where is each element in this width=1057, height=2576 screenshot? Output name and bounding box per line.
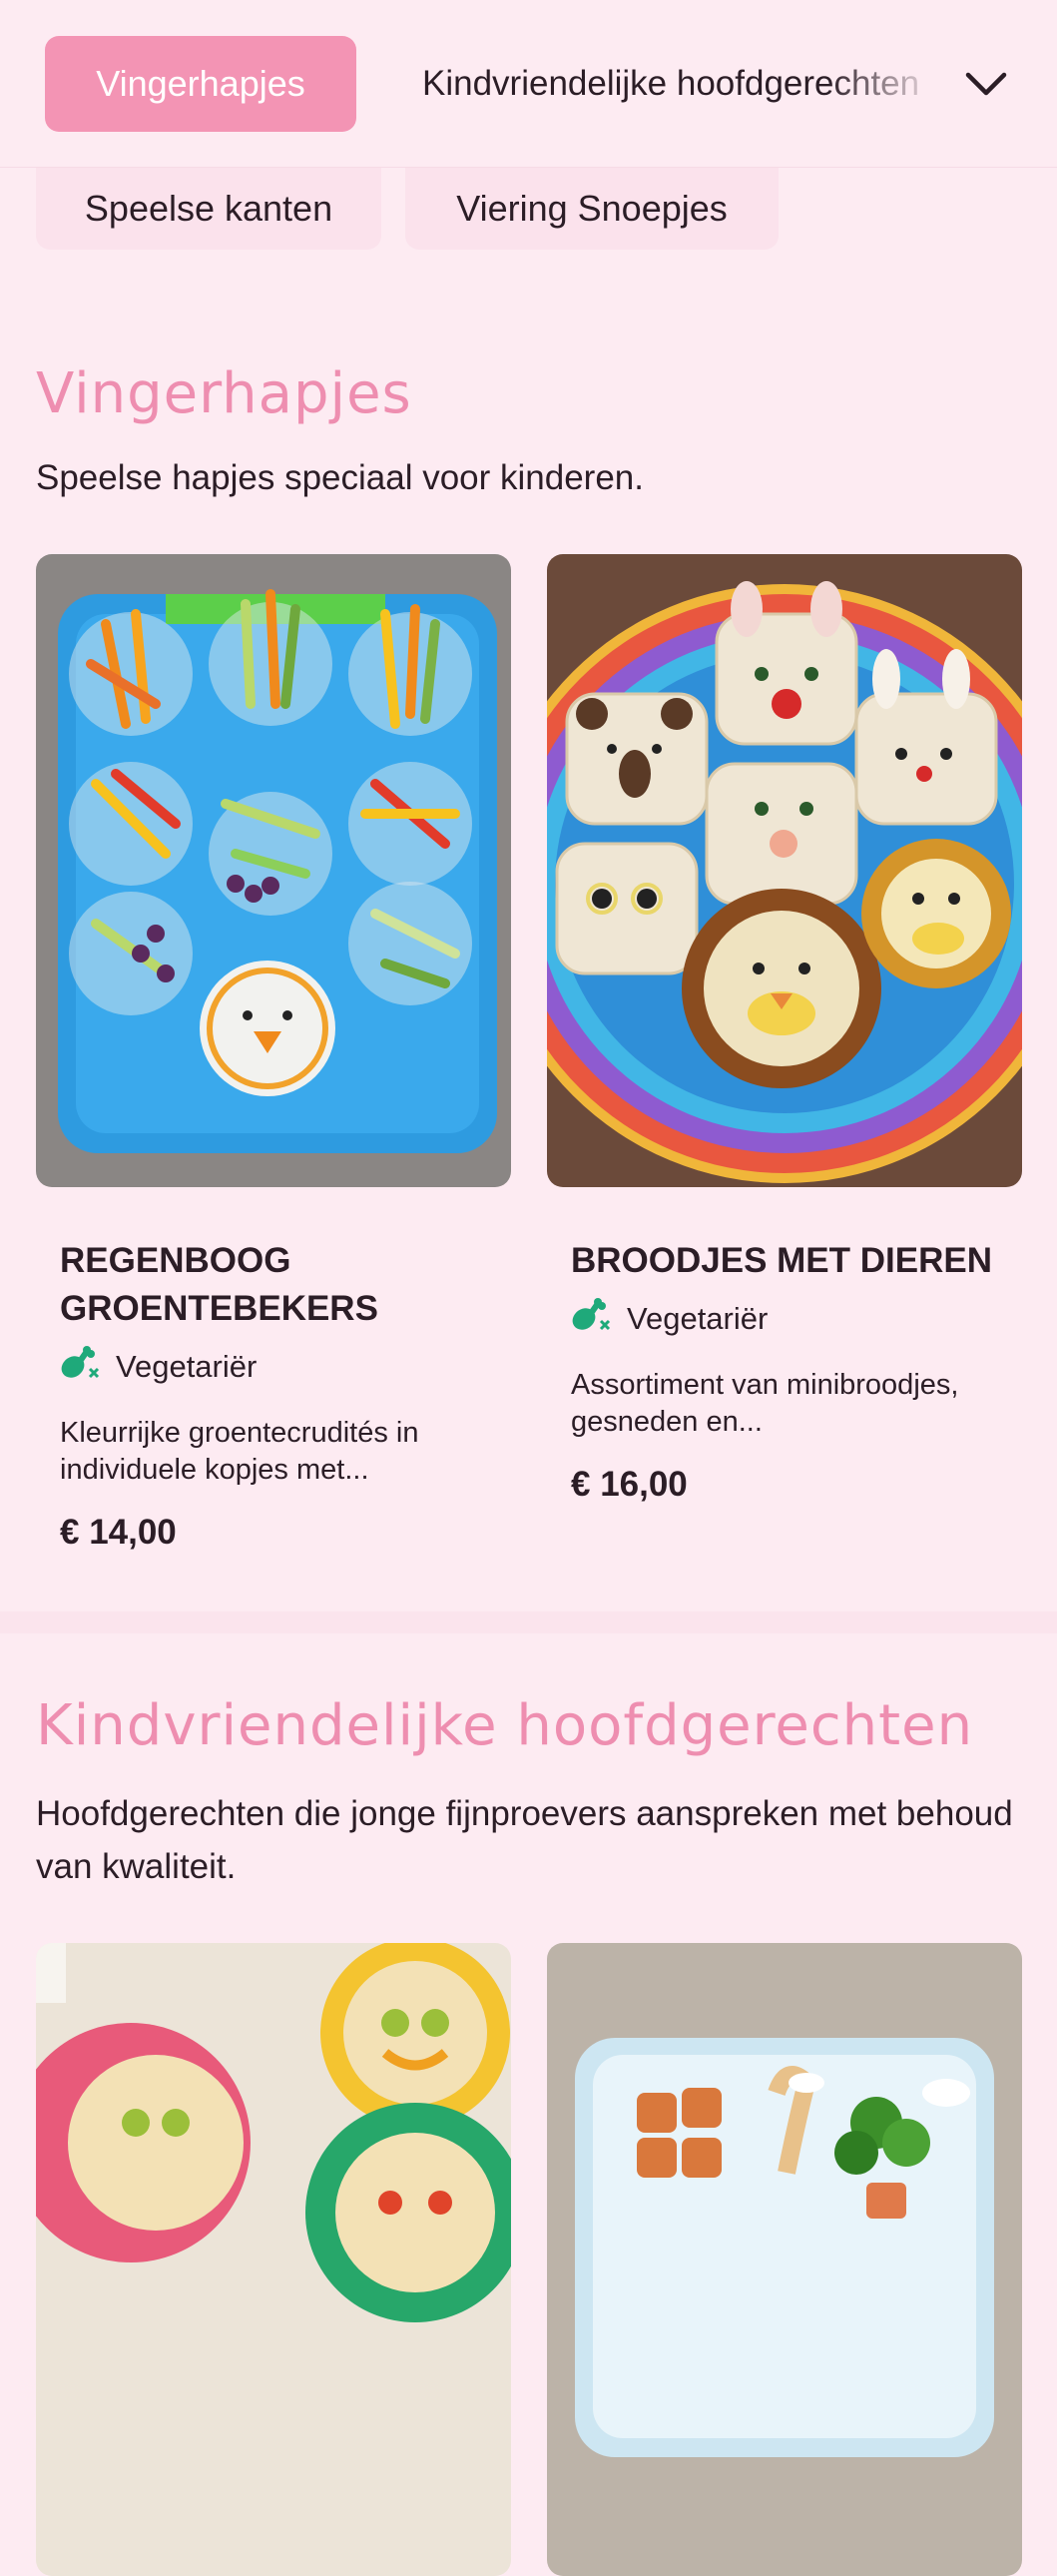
drumstick-crossed-icon <box>571 1297 613 1342</box>
menu-item-card[interactable] <box>547 1943 1022 2576</box>
item-price: € 14,00 <box>60 1513 177 1552</box>
category-tab-vingerhapjes[interactable]: Vingerhapjes <box>45 36 356 132</box>
section-description: Hoofdgerechten die jonge fijnproevers aa… <box>36 1794 1013 1886</box>
section-title: Vingerhapjes <box>36 361 412 426</box>
item-description: Assortiment van minibroodjes, gesneden e… <box>571 1369 959 1438</box>
section-divider <box>0 1611 1057 1633</box>
section-description: Speelse hapjes speciaal voor kinderen. <box>36 458 644 497</box>
category-nav-expanded: Speelse kanten Viering Snoepjes <box>36 168 779 250</box>
item-description: Kleurrijke groentecrudités in individuel… <box>60 1417 419 1486</box>
item-image-animal-sandwiches <box>547 554 1022 1187</box>
menu-item-card[interactable] <box>36 1943 511 2576</box>
item-image-lunchbox <box>547 1943 1022 2576</box>
chevron-down-icon[interactable] <box>956 60 1016 108</box>
diet-tag: Vegetariër <box>60 1343 487 1391</box>
category-tab-speelse-kanten[interactable]: Speelse kanten <box>36 168 381 250</box>
drumstick-crossed-icon <box>60 1345 102 1390</box>
section-title: Kindvriendelijke hoofdgerechten <box>36 1693 974 1758</box>
item-price: € 16,00 <box>571 1465 688 1504</box>
item-name: BROODJES MET DIEREN <box>571 1241 992 1280</box>
diet-label: Vegetariër <box>627 1301 769 1336</box>
item-name: REGENBOOG GROENTEBEKERS <box>60 1241 378 1328</box>
menu-item-card[interactable]: BROODJES MET DIEREN Vegetariër Assortime… <box>547 554 1022 1505</box>
diet-tag: Vegetariër <box>571 1295 998 1343</box>
item-image-pizza-faces <box>36 1943 511 2576</box>
category-tab-hoofdgerechten[interactable]: Kindvriendelijke hoofdgerechten <box>422 36 941 132</box>
category-tab-viering-snoepjes[interactable]: Viering Snoepjes <box>405 168 779 250</box>
category-nav: Vingerhapjes Kindvriendelijke hoofdgerec… <box>0 0 1057 168</box>
item-image-veggie-cups <box>36 554 511 1187</box>
diet-label: Vegetariër <box>116 1349 258 1384</box>
menu-item-card[interactable]: REGENBOOG GROENTEBEKERS Vegetariër Kleur… <box>36 554 511 1553</box>
